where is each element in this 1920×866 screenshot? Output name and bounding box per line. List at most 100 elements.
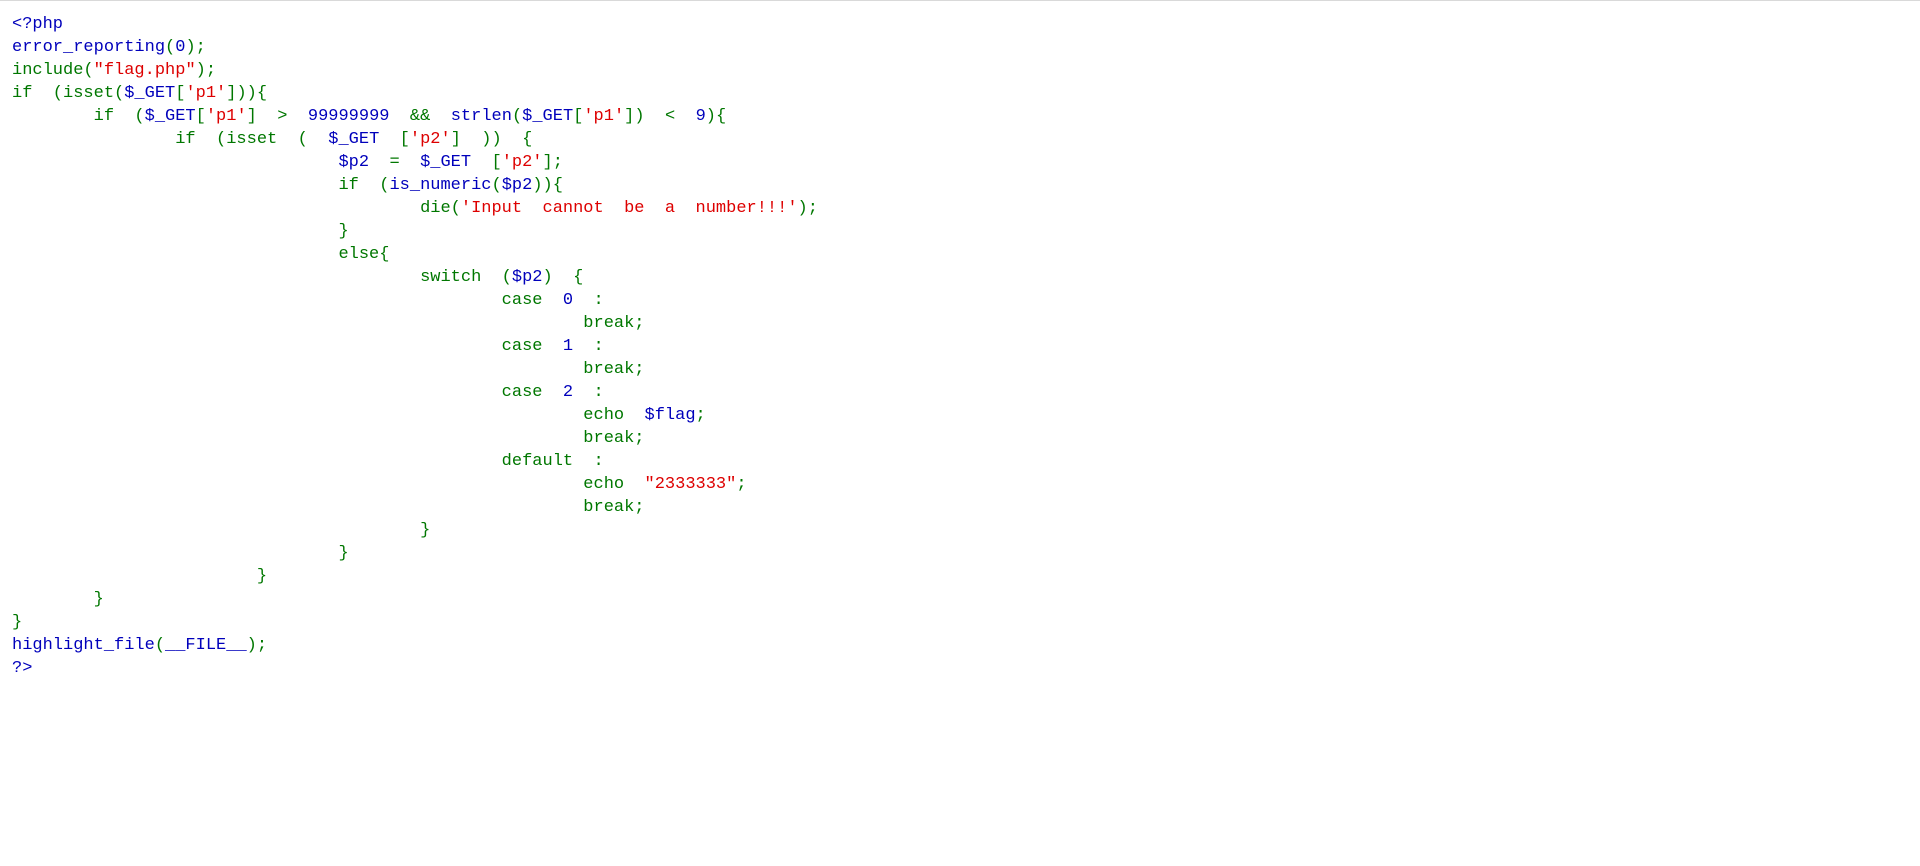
code-token: 1	[562, 337, 574, 356]
code-line: case 0 :	[12, 289, 818, 312]
code-token: ] >	[246, 107, 308, 126]
code-token: }	[12, 544, 349, 563]
code-token: "flag.php"	[93, 61, 196, 80]
php-source-code: <?php error_reporting(0); include("flag.ph…	[12, 13, 818, 680]
code-token: die(	[12, 199, 461, 218]
code-line: $p2 = $_GET ['p2'];	[12, 151, 818, 174]
code-token: );	[797, 199, 818, 218]
code-token: if (	[12, 107, 145, 126]
code-line: case 2 :	[12, 381, 818, 404]
code-token: (	[165, 38, 176, 57]
code-token: break;	[12, 429, 645, 448]
code-line: echo "2333333";	[12, 473, 818, 496]
code-token: $p2	[338, 153, 370, 172]
code-token: :	[573, 383, 604, 402]
code-token: if (isset (	[12, 130, 329, 149]
code-token: [	[195, 107, 206, 126]
code-token: 99999999	[307, 107, 390, 126]
code-token: =	[369, 153, 421, 172]
code-token: 'Input cannot be a number!!!'	[460, 199, 798, 218]
code-token: $p2	[501, 176, 533, 195]
code-token: )){	[532, 176, 563, 195]
code-token: is_numeric	[389, 176, 492, 195]
code-line: echo $flag;	[12, 404, 818, 427]
code-token: ] )) {	[450, 130, 533, 149]
code-line: error_reporting(0);	[12, 36, 818, 59]
code-line: <?php	[12, 13, 818, 36]
code-token: if (	[12, 176, 390, 195]
code-token: $p2	[511, 268, 543, 287]
code-token: echo	[12, 475, 645, 494]
code-token: :	[573, 291, 604, 310]
code-token: :	[573, 337, 604, 356]
code-line: if (is_numeric($p2)){	[12, 174, 818, 197]
code-token: [	[573, 107, 584, 126]
code-token: 'p1'	[185, 84, 227, 103]
code-token: ?>	[12, 659, 33, 678]
code-line: if ($_GET['p1'] > 99999999 && strlen($_G…	[12, 105, 818, 128]
code-token: case	[12, 383, 563, 402]
code-token: echo	[12, 406, 645, 425]
code-token: }	[12, 222, 349, 241]
code-token: case	[12, 337, 563, 356]
code-line: case 1 :	[12, 335, 818, 358]
code-token: ])){	[226, 84, 268, 103]
code-line: break;	[12, 312, 818, 335]
code-token: ];	[542, 153, 563, 172]
code-token: highlight_file	[12, 636, 155, 655]
code-line: }	[12, 220, 818, 243]
code-token: $_GET	[420, 153, 472, 172]
code-token: if (isset(	[12, 84, 125, 103]
code-token: }	[12, 567, 268, 586]
code-token: &&	[389, 107, 451, 126]
code-line: if (isset ( $_GET ['p2'] )) {	[12, 128, 818, 151]
code-token: break;	[12, 314, 645, 333]
code-token: 0	[562, 291, 574, 310]
code-token: default :	[12, 452, 604, 471]
code-token: 'p2'	[501, 153, 543, 172]
code-line: break;	[12, 358, 818, 381]
code-token: ;	[736, 475, 747, 494]
code-token: (	[511, 107, 523, 126]
code-token: case	[12, 291, 563, 310]
code-token: strlen	[450, 107, 512, 126]
code-token: $_GET	[144, 107, 196, 126]
code-line: }	[12, 542, 818, 565]
code-token: <?php	[12, 15, 64, 34]
code-token: ) {	[542, 268, 584, 287]
code-line: ?>	[12, 657, 818, 680]
code-token: break;	[12, 498, 645, 517]
code-token: [	[175, 84, 186, 103]
code-token: switch (	[12, 268, 512, 287]
code-line: if (isset($_GET['p1'])){	[12, 82, 818, 105]
code-token: }	[12, 613, 23, 632]
code-token: error_reporting	[12, 38, 166, 57]
code-token: (	[154, 636, 166, 655]
code-line: }	[12, 519, 818, 542]
code-line: switch ($p2) {	[12, 266, 818, 289]
code-token: $_GET	[328, 130, 380, 149]
code-line: break;	[12, 496, 818, 519]
code-token: 'p2'	[409, 130, 451, 149]
code-token: }	[12, 590, 104, 609]
code-line: break;	[12, 427, 818, 450]
code-token: );	[246, 636, 268, 655]
code-token: $_GET	[124, 84, 176, 103]
code-token: else{	[12, 245, 390, 264]
code-token: ){	[705, 107, 727, 126]
code-token: ;	[695, 406, 706, 425]
code-line: highlight_file(__FILE__);	[12, 634, 818, 657]
code-line: }	[12, 611, 818, 634]
code-token: );	[185, 38, 206, 57]
code-token: );	[195, 61, 217, 80]
code-line: default :	[12, 450, 818, 473]
code-token: [	[471, 153, 502, 172]
code-token: 'p1'	[205, 107, 247, 126]
code-line: else{	[12, 243, 818, 266]
code-token: 2	[562, 383, 574, 402]
code-token: }	[12, 521, 431, 540]
code-line: include("flag.php");	[12, 59, 818, 82]
code-token: ]) <	[624, 107, 696, 126]
code-token: 9	[695, 107, 706, 126]
